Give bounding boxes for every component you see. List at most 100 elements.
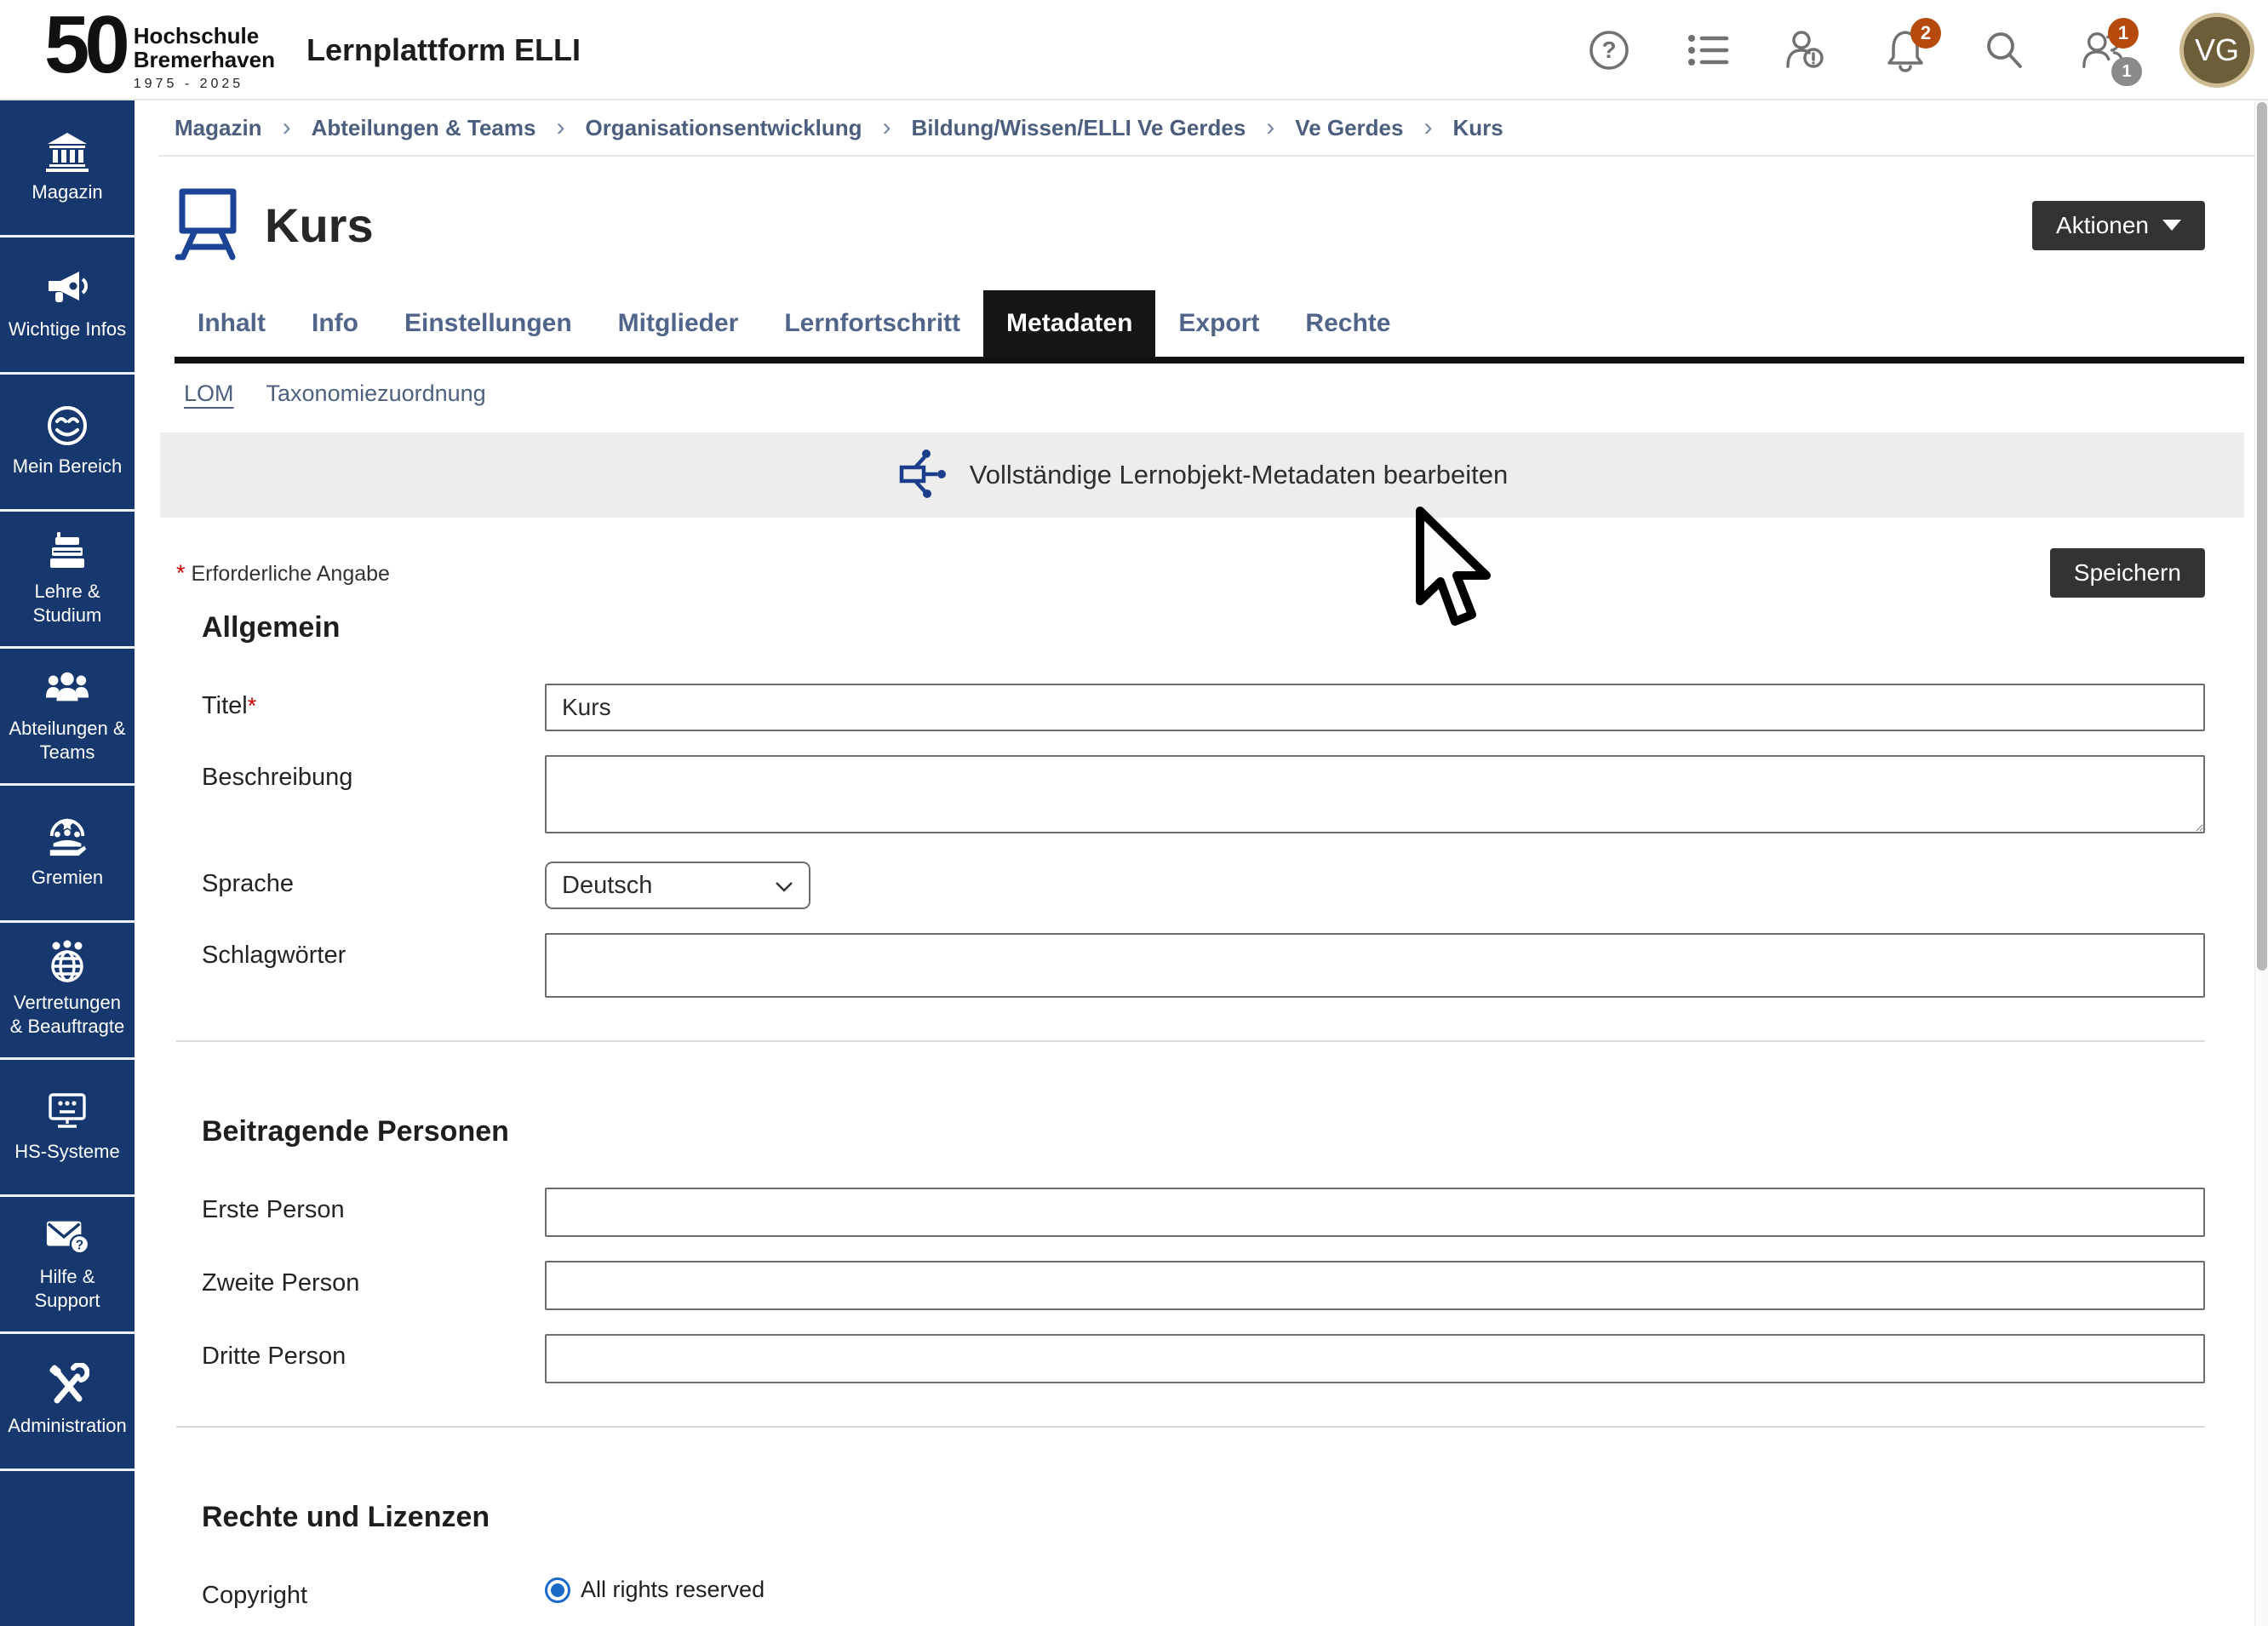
breadcrumb-separator: › bbox=[283, 113, 291, 142]
sidebar-item-label: Administration bbox=[8, 1414, 126, 1438]
erste-person-input[interactable] bbox=[545, 1188, 2205, 1237]
people-group-icon bbox=[45, 667, 89, 708]
sidebar-item-hilfe-support[interactable]: ? Hilfe & Support bbox=[0, 1197, 135, 1334]
sidebar-item-wichtige-infos[interactable]: Wichtige Infos bbox=[0, 238, 135, 375]
breadcrumb-abteilungen-teams[interactable]: Abteilungen & Teams bbox=[312, 115, 536, 141]
subtab-taxonomiezuordnung[interactable]: Taxonomiezuordnung bbox=[266, 381, 486, 407]
subtab-lom[interactable]: LOM bbox=[184, 381, 234, 407]
globe-people-icon bbox=[45, 942, 89, 982]
user-avatar[interactable]: VG bbox=[2179, 13, 2254, 88]
titel-input[interactable] bbox=[545, 684, 2205, 731]
vertical-scrollbar[interactable] bbox=[2254, 100, 2268, 1626]
sidebar-item-lehre-studium[interactable]: Lehre & Studium bbox=[0, 512, 135, 649]
breadcrumb-bildung-wissen[interactable]: Bildung/Wissen/ELLI Ve Gerdes bbox=[912, 115, 1246, 141]
sidebar-item-label: HS-Systeme bbox=[14, 1140, 119, 1164]
hochschule-bremerhaven-logo[interactable]: 50 Hochschule Bremerhaven 1975 - 2025 bbox=[44, 5, 275, 92]
breadcrumb: Magazin › Abteilungen & Teams › Organisa… bbox=[158, 100, 2254, 157]
breadcrumb-separator: › bbox=[1423, 113, 1432, 142]
sidebar-item-label: Magazin bbox=[32, 180, 102, 204]
schlagwoerter-row: Schlagwörter bbox=[202, 933, 2205, 998]
sidebar-item-vertretungen-beauftragte[interactable]: Vertretungen & Beauftragte bbox=[0, 923, 135, 1060]
sidebar-item-label: Vertretungen & Beauftragte bbox=[5, 991, 129, 1039]
main-content: Magazin › Abteilungen & Teams › Organisa… bbox=[135, 100, 2254, 1626]
sidebar-item-hs-systeme[interactable]: HS-Systeme bbox=[0, 1060, 135, 1197]
logo-years: 1975 - 2025 bbox=[134, 77, 275, 92]
contacts-badge-bottom: 1 bbox=[2111, 57, 2142, 86]
mail-question-icon: ? bbox=[45, 1216, 89, 1257]
aktionen-button[interactable]: Aktionen bbox=[2032, 201, 2205, 250]
breadcrumb-magazin[interactable]: Magazin bbox=[175, 115, 262, 141]
sidebar-item-label: Gremien bbox=[32, 866, 103, 890]
course-easel-icon bbox=[175, 186, 241, 265]
tab-lernfortschritt[interactable]: Lernfortschritt bbox=[761, 290, 983, 357]
sidebar-item-mein-bereich[interactable]: Mein Bereich bbox=[0, 375, 135, 512]
sidebar: Magazin Wichtige Infos Mein bbox=[0, 100, 135, 1626]
svg-text:?: ? bbox=[1601, 37, 1616, 63]
erste-person-label: Erste Person bbox=[202, 1188, 545, 1237]
beschreibung-textarea[interactable] bbox=[545, 755, 2205, 833]
app-header: 50 Hochschule Bremerhaven 1975 - 2025 Le… bbox=[0, 0, 2268, 100]
copyright-radio-all-rights-reserved[interactable] bbox=[545, 1577, 570, 1603]
sidebar-item-magazin[interactable]: Magazin bbox=[0, 100, 135, 238]
section-divider bbox=[176, 1040, 2205, 1042]
page-title: Kurs bbox=[265, 198, 374, 253]
search-icon[interactable] bbox=[1982, 28, 2026, 72]
tab-rechte[interactable]: Rechte bbox=[1282, 290, 1413, 357]
breadcrumb-kurs[interactable]: Kurs bbox=[1452, 115, 1503, 141]
copyright-row: Copyright All rights reserved bbox=[202, 1573, 2205, 1610]
tab-info[interactable]: Info bbox=[289, 290, 381, 357]
titel-row: Titel* bbox=[202, 684, 2205, 731]
required-note: * Erforderliche Angabe bbox=[176, 560, 390, 587]
monitor-icon bbox=[45, 1091, 89, 1131]
sprache-label: Sprache bbox=[202, 862, 545, 909]
tab-export[interactable]: Export bbox=[1155, 290, 1282, 357]
breadcrumb-ve-gerdes[interactable]: Ve Gerdes bbox=[1295, 115, 1403, 141]
beschreibung-label: Beschreibung bbox=[202, 755, 545, 838]
sidebar-item-administration[interactable]: Administration bbox=[0, 1334, 135, 1471]
tab-metadaten[interactable]: Metadaten bbox=[983, 290, 1155, 357]
zweite-person-input[interactable] bbox=[545, 1261, 2205, 1310]
tools-icon bbox=[45, 1365, 89, 1406]
copyright-option-label: All rights reserved bbox=[581, 1577, 765, 1603]
scrollbar-thumb[interactable] bbox=[2257, 102, 2267, 970]
section-divider bbox=[176, 1426, 2205, 1428]
breadcrumb-organisationsentwicklung[interactable]: Organisationsentwicklung bbox=[585, 115, 862, 141]
sidebar-item-gremien[interactable]: Gremien bbox=[0, 786, 135, 923]
schlagwoerter-input[interactable] bbox=[545, 933, 2205, 998]
logo-line2: Bremerhaven bbox=[134, 48, 275, 72]
sidebar-item-label: Abteilungen & Teams bbox=[5, 717, 129, 764]
tab-einstellungen[interactable]: Einstellungen bbox=[381, 290, 595, 357]
sprache-selected-value: Deutsch bbox=[562, 872, 652, 900]
user-status-icon[interactable] bbox=[1784, 28, 1829, 72]
header-icon-bar: ? bbox=[1587, 0, 2254, 100]
sidebar-item-label: Wichtige Infos bbox=[9, 318, 126, 341]
bank-icon bbox=[45, 131, 89, 172]
sidebar-item-abteilungen-teams[interactable]: Abteilungen & Teams bbox=[0, 649, 135, 786]
page-title-row: Kurs Aktionen bbox=[175, 186, 2205, 265]
notifications-bell-icon[interactable]: 2 bbox=[1883, 28, 1927, 72]
chevron-down-icon bbox=[2162, 220, 2181, 231]
bell-badge: 2 bbox=[1910, 18, 1941, 49]
contacts-badge-top: 1 bbox=[2108, 18, 2139, 49]
contacts-icon[interactable]: 1 1 bbox=[2081, 28, 2125, 72]
beschreibung-row: Beschreibung bbox=[202, 755, 2205, 838]
dritte-person-label: Dritte Person bbox=[202, 1334, 545, 1383]
tab-inhalt[interactable]: Inhalt bbox=[175, 290, 289, 357]
sidebar-item-label: Hilfe & Support bbox=[5, 1265, 129, 1313]
dritte-person-input[interactable] bbox=[545, 1334, 2205, 1383]
tab-mitglieder[interactable]: Mitglieder bbox=[595, 290, 762, 357]
sidebar-item-label: Mein Bereich bbox=[13, 455, 122, 478]
form-toolbar: * Erforderliche Angabe Speichern bbox=[176, 548, 2205, 598]
required-asterisk: * bbox=[248, 693, 257, 719]
help-icon[interactable]: ? bbox=[1587, 28, 1631, 72]
sprache-select[interactable]: Deutsch bbox=[545, 862, 810, 909]
bullet-list-icon[interactable] bbox=[1686, 28, 1730, 72]
edit-full-metadata-banner[interactable]: Vollständige Lernobjekt-Metadaten bearbe… bbox=[160, 432, 2244, 518]
logo-line1: Hochschule bbox=[134, 24, 275, 48]
svg-text:?: ? bbox=[76, 1238, 83, 1252]
sidebar-item-label: Lehre & Studium bbox=[5, 580, 129, 627]
section-title-rechte: Rechte und Lizenzen bbox=[202, 1501, 2254, 1534]
zweite-person-label: Zweite Person bbox=[202, 1261, 545, 1310]
schlagwoerter-label: Schlagwörter bbox=[202, 933, 545, 998]
speichern-button[interactable]: Speichern bbox=[2050, 548, 2205, 598]
